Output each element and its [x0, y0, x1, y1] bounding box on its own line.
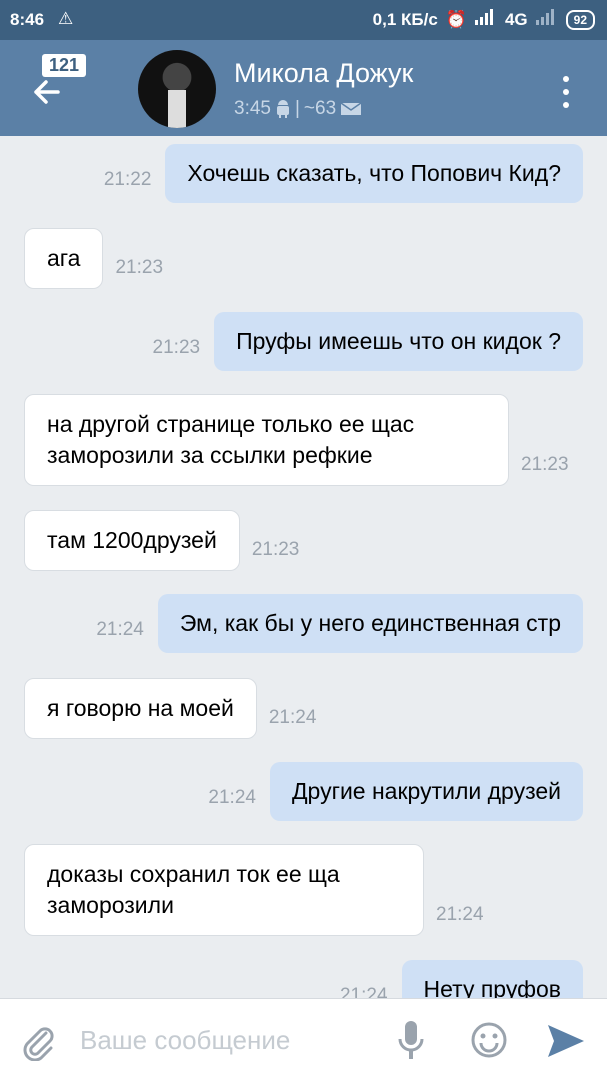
send-button[interactable] [546, 1023, 586, 1059]
message-time: 21:24 [208, 787, 256, 808]
signal-icon [474, 9, 497, 30]
voice-button[interactable] [396, 1019, 426, 1061]
message-text: Другие накрутили друзей [269, 762, 583, 821]
message-time: 21:23 [521, 454, 569, 475]
signal-2-icon [535, 9, 558, 30]
message-counter: ~63 [303, 98, 337, 119]
smile-icon [471, 1022, 507, 1058]
contact-status: 3:45 | ~63 [234, 98, 362, 120]
message-time: 21:22 [103, 169, 152, 190]
message-outgoing[interactable]: 21:24 Нету пруфов [326, 960, 583, 998]
status-right: 0,1 КБ/с ⏰ 4G 92 [373, 9, 595, 30]
back-button[interactable] [28, 72, 68, 112]
message-text: там 1200друзей [24, 510, 240, 571]
message-outgoing[interactable]: 21:22 Хочешь сказать, что Попович Кид? [90, 144, 583, 203]
warning-icon: ⚠ [58, 9, 74, 28]
message-outgoing[interactable]: 21:24 Другие накрутили друзей [194, 762, 583, 821]
message-text: Нету пруфов [401, 960, 583, 998]
message-list[interactable]: 21:22 Хочешь сказать, что Попович Кид? а… [0, 136, 607, 998]
message-input[interactable]: Ваше сообщение [80, 1025, 290, 1056]
network-speed: 0,1 КБ/с [372, 9, 438, 29]
attach-button[interactable] [18, 1021, 58, 1062]
message-text: Хочешь сказать, что Попович Кид? [165, 144, 583, 203]
message-text: я говорю на моей [24, 678, 257, 739]
avatar[interactable] [138, 50, 216, 128]
message-time: 21:23 [152, 337, 201, 358]
status-time: 8:46 [10, 10, 45, 29]
network-type: 4G [504, 9, 528, 29]
paperclip-icon [23, 1027, 54, 1062]
message-time: 21:23 [251, 539, 300, 560]
message-incoming[interactable]: там 1200друзей 21:23 [24, 510, 311, 571]
message-incoming[interactable]: я говорю на моей 21:24 [24, 678, 328, 739]
message-incoming[interactable]: на другой странице только ее щас замороз… [24, 394, 581, 486]
message-time: 21:24 [436, 904, 484, 925]
message-time: 21:24 [339, 985, 388, 998]
arrow-left-icon [34, 80, 60, 104]
alarm-icon: ⏰ [445, 9, 467, 29]
message-text: на другой странице только ее щас замороз… [24, 394, 509, 486]
message-text: Эм, как бы у него единственная стр [157, 594, 583, 653]
last-seen-time: 3:45 [234, 98, 271, 119]
message-incoming[interactable]: ага 21:23 [24, 228, 175, 289]
chat-header: 121 Микола Дожук 3:45 | ~63 [0, 40, 607, 136]
battery-icon: 92 [565, 9, 595, 30]
android-icon [276, 100, 289, 118]
more-menu-icon[interactable] [563, 76, 571, 108]
envelope-icon [340, 102, 362, 115]
message-time: 21:24 [96, 619, 144, 640]
message-time: 21:24 [268, 707, 317, 728]
message-text: ага [24, 228, 104, 289]
status-separator: | [294, 98, 300, 119]
emoji-button[interactable] [470, 1021, 508, 1059]
contact-name[interactable]: Микола Дожук [234, 58, 413, 89]
message-text: доказы сохранил ток ее ща заморозили [24, 844, 424, 936]
microphone-icon [398, 1021, 424, 1059]
message-incoming[interactable]: доказы сохранил ток ее ща заморозили 21:… [24, 844, 496, 936]
message-time: 21:23 [115, 257, 164, 278]
message-text: Пруфы имеешь что он кидок ? [214, 312, 583, 371]
status-bar: 8:46 ⚠ 0,1 КБ/с ⏰ 4G 92 [0, 0, 607, 40]
message-outgoing[interactable]: 21:24 Эм, как бы у него единственная стр [82, 594, 583, 653]
send-icon [548, 1025, 584, 1057]
message-input-bar: Ваше сообщение [0, 998, 607, 1080]
unread-badge: 121 [42, 54, 87, 77]
message-outgoing[interactable]: 21:23 Пруфы имеешь что он кидок ? [139, 312, 583, 371]
